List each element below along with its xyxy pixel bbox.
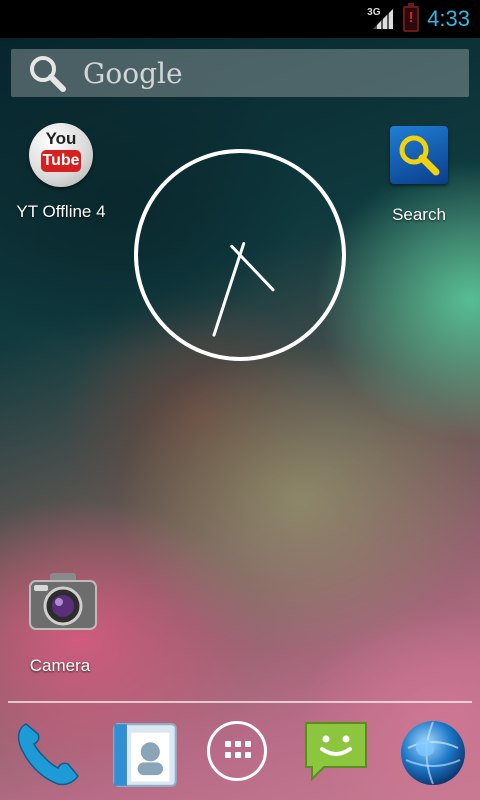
status-time: 4:33: [427, 6, 470, 31]
magnifier-icon: [387, 126, 451, 190]
phone-icon[interactable]: [12, 718, 82, 788]
contacts-icon[interactable]: [110, 720, 180, 790]
google-search-bar[interactable]: Google: [11, 49, 469, 97]
status-bar: 3G ! 4:33: [0, 0, 480, 38]
app-drawer-dots: [225, 741, 251, 763]
app-camera[interactable]: Camera: [5, 571, 115, 676]
signal-icon: 3G: [367, 7, 395, 31]
camera-icon: [28, 571, 97, 635]
clock-minute-hand: [212, 242, 246, 337]
app-label: Search: [392, 205, 446, 224]
youtube-icon: You Tube: [29, 123, 93, 187]
battery-alert-text: !: [408, 9, 414, 26]
analog-clock-widget[interactable]: [132, 147, 348, 363]
app-search[interactable]: Search: [364, 123, 474, 225]
status-icons: 3G ! 4:33: [367, 0, 470, 38]
search-bar-label: Google: [83, 56, 183, 90]
home-screen: 3G ! 4:33 Google You Tube YT Offline 4 S…: [0, 0, 480, 800]
youtube-icon-text-tube: Tube: [41, 150, 81, 172]
messaging-icon[interactable]: [302, 717, 372, 787]
app-yt-offline[interactable]: You Tube YT Offline 4: [6, 123, 116, 222]
app-label: Camera: [29, 656, 91, 675]
app-label: YT Offline 4: [16, 202, 106, 221]
app-drawer-icon[interactable]: [207, 721, 267, 781]
youtube-icon-text-you: You: [45, 129, 77, 148]
clock-hour-hand: [230, 244, 275, 292]
search-icon: [30, 56, 66, 92]
globe-icon[interactable]: [398, 718, 468, 788]
dock-divider: [8, 701, 472, 703]
battery-icon: !: [403, 3, 420, 32]
